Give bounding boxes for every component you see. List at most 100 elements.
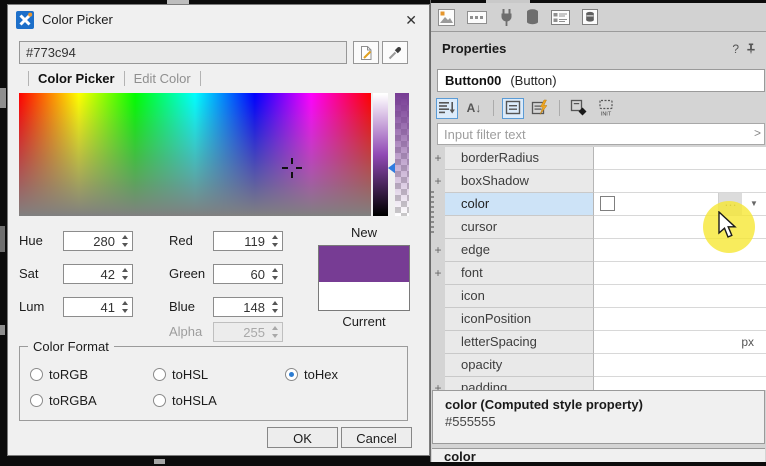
property-row-letterspacing[interactable]: letterSpacing px	[431, 331, 766, 354]
new-color-swatch	[319, 246, 409, 282]
property-name: font	[445, 262, 594, 285]
expander-icon[interactable]: +	[431, 170, 445, 193]
categorized-sort-button[interactable]	[436, 98, 458, 119]
alphabetical-sort-button[interactable]: A↓	[463, 98, 485, 119]
property-value[interactable]	[594, 377, 766, 390]
blue-label: Blue	[169, 297, 213, 317]
spinner-up-icon[interactable]	[122, 301, 128, 305]
expander-cell	[431, 354, 445, 377]
left-edge-mark	[0, 226, 5, 252]
hex-color-input[interactable]	[19, 41, 347, 64]
property-row-borderradius[interactable]: + borderRadius	[431, 147, 766, 170]
spinner-down-icon[interactable]	[122, 276, 128, 280]
radio-tohex[interactable]: toHex	[285, 366, 338, 382]
radio-icon[interactable]	[30, 394, 43, 407]
expander-icon[interactable]: +	[431, 239, 445, 262]
property-row-opacity[interactable]: opacity	[431, 354, 766, 377]
radio-torgb[interactable]: toRGB	[30, 366, 88, 382]
color-picker-dialog: Color Picker ✕ Color Picker Edit Color	[7, 4, 430, 456]
filter-field: >	[437, 123, 765, 145]
luminance-slider[interactable]	[373, 93, 388, 216]
eyedropper-button[interactable]	[382, 41, 408, 64]
app-logo-icon	[16, 11, 34, 29]
spinner-down-icon[interactable]	[122, 243, 128, 247]
show-changed-properties-button[interactable]	[529, 98, 551, 119]
set-default-property-button[interactable]	[568, 98, 590, 119]
radio-icon[interactable]	[153, 394, 166, 407]
property-value-unit[interactable]: px	[594, 331, 766, 354]
expander-icon[interactable]: +	[431, 262, 445, 285]
toolbar-divider	[493, 100, 494, 116]
database-box-icon[interactable]	[582, 9, 598, 25]
radio-tohsl[interactable]: toHSL	[153, 366, 208, 382]
spinner-down-icon[interactable]	[272, 276, 278, 280]
color-crosshair[interactable]	[282, 158, 302, 178]
property-row-font[interactable]: + font	[431, 262, 766, 285]
show-all-properties-button[interactable]	[502, 98, 524, 119]
spinner-down-icon[interactable]	[272, 243, 278, 247]
current-color-label: Current	[318, 314, 410, 330]
spinner-up-icon[interactable]	[122, 268, 128, 272]
alpha-slider[interactable]	[395, 93, 409, 216]
color-checkbox[interactable]	[600, 196, 615, 211]
image-icon[interactable]	[438, 9, 455, 26]
expander-cell	[431, 331, 445, 354]
radio-selected-icon[interactable]	[285, 368, 298, 381]
mouse-cursor-icon	[717, 211, 737, 240]
component-selector-dropdown[interactable]: Button00(Button)	[437, 69, 765, 92]
expander-icon[interactable]: +	[431, 147, 445, 170]
spinner-up-icon[interactable]	[272, 301, 278, 305]
bottom-splitter-handle[interactable]	[154, 459, 165, 464]
spinner-down-icon[interactable]	[272, 309, 278, 313]
close-icon[interactable]: ✕	[405, 5, 417, 35]
property-value[interactable]	[594, 308, 766, 331]
hue-label: Hue	[19, 231, 63, 251]
property-value[interactable]	[594, 147, 766, 170]
help-icon[interactable]: ?	[732, 38, 739, 60]
radio-torgba[interactable]: toRGBA	[30, 392, 97, 408]
bottom-section-header: color	[432, 448, 765, 462]
dialog-titlebar[interactable]: Color Picker ✕	[8, 5, 429, 35]
radio-label: toHSLA	[172, 393, 217, 408]
plug-icon[interactable]	[499, 9, 514, 26]
filter-chevron-icon[interactable]: >	[754, 126, 761, 140]
tab-color-picker[interactable]: Color Picker	[38, 71, 115, 86]
property-row-boxshadow[interactable]: + boxShadow	[431, 170, 766, 193]
lum-label: Lum	[19, 297, 63, 317]
property-row-padding[interactable]: + padding	[431, 377, 766, 390]
property-name: edge	[445, 239, 594, 262]
radio-tohsla[interactable]: toHSLA	[153, 392, 217, 408]
filter-input[interactable]	[437, 123, 765, 145]
property-value[interactable]	[594, 285, 766, 308]
toolbar-divider	[559, 100, 560, 116]
pin-icon[interactable]	[745, 43, 757, 55]
spinner-down-icon[interactable]	[122, 309, 128, 313]
hue-saturation-map[interactable]	[19, 93, 371, 216]
spinner-up-icon	[272, 326, 278, 330]
database-icon[interactable]	[526, 9, 539, 25]
fields-box-icon[interactable]	[467, 11, 487, 24]
property-row-iconposition[interactable]: iconPosition	[431, 308, 766, 331]
blue-stepper	[213, 297, 283, 317]
tab-edit-color[interactable]: Edit Color	[134, 71, 191, 86]
edit-color-note-button[interactable]	[353, 41, 379, 64]
radio-icon[interactable]	[153, 368, 166, 381]
radio-label: toRGB	[49, 367, 88, 382]
panel-splitter-dots[interactable]	[431, 191, 434, 233]
property-value[interactable]	[594, 262, 766, 285]
sat-label: Sat	[19, 264, 63, 284]
property-value[interactable]	[594, 170, 766, 193]
init-properties-button[interactable]: INIT	[595, 98, 617, 119]
spinner-down-icon	[272, 334, 278, 338]
spinner-up-icon[interactable]	[122, 235, 128, 239]
property-value[interactable]	[594, 354, 766, 377]
radio-icon[interactable]	[30, 368, 43, 381]
property-row-icon[interactable]: icon	[431, 285, 766, 308]
cancel-button[interactable]: Cancel	[341, 427, 412, 448]
spinner-up-icon[interactable]	[272, 235, 278, 239]
list-box-icon[interactable]	[551, 10, 570, 25]
ok-button[interactable]: OK	[267, 427, 338, 448]
spinner-up-icon[interactable]	[272, 268, 278, 272]
color-format-group: Color Format	[19, 346, 408, 421]
expander-icon[interactable]: +	[431, 377, 445, 390]
